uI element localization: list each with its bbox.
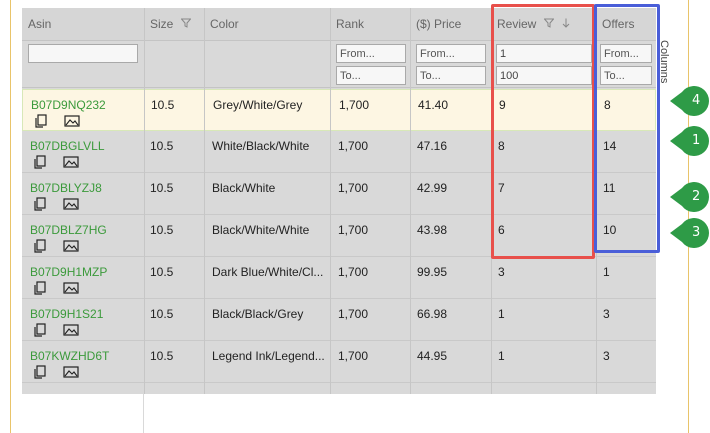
column-label: Asin [28,17,52,31]
column-label: Rank [336,17,365,31]
color-cell: Dark Blue/White/Cl... [212,265,324,279]
column-divider [144,8,145,394]
price-cell: 43.98 [417,223,448,237]
badge-number: 2 [692,189,701,204]
column-header-price[interactable]: ($) Price [410,8,492,41]
copy-icon[interactable] [33,197,47,211]
copy-icon[interactable] [33,365,47,379]
size-cell: 10.5 [151,98,175,112]
price-from-input[interactable] [416,44,486,63]
column-header-size[interactable]: Size [144,8,204,41]
image-icon[interactable] [64,114,80,128]
rank-cell: 1,700 [338,139,369,153]
right-border [688,0,689,433]
price-cell: 41.40 [418,98,449,112]
grid-footer-strip [22,386,144,433]
copy-icon[interactable] [33,239,47,253]
filter-icon[interactable] [180,9,192,42]
copy-icon[interactable] [33,155,47,169]
offers-cell: 3 [603,307,610,321]
image-icon[interactable] [63,281,79,295]
column-label: Size [150,17,174,31]
price-to-input[interactable] [416,66,486,85]
badge-number: 4 [692,93,701,108]
size-cell: 10.5 [150,307,174,321]
review-cell: 1 [498,349,505,363]
price-cell: 44.95 [417,349,448,363]
copy-icon[interactable] [33,281,47,295]
price-cell: 66.98 [417,307,448,321]
price-cell: 99.95 [417,265,448,279]
column-header-color[interactable]: Color [204,8,330,41]
column-divider [330,8,331,394]
column-label: ($) Price [416,17,462,31]
color-cell: Legend Ink/Legend... [212,349,325,363]
size-cell: 10.5 [150,349,174,363]
asin-link[interactable]: B07DBLZ7HG [30,223,107,237]
table-row[interactable]: B07D9H1MZP 10.5 Dark Blue/White/Cl... 1,700… [22,257,656,299]
size-cell: 10.5 [150,265,174,279]
rank-from-input[interactable] [336,44,406,63]
offers-cell: 1 [603,265,610,279]
offers-highlight-box [594,4,660,253]
asin-link[interactable]: B07D9NQ232 [31,98,106,112]
image-icon[interactable] [63,323,79,337]
rank-cell: 1,700 [338,181,369,195]
asin-filter-input[interactable] [28,44,138,63]
asin-link[interactable]: B07DBLYZJ8 [30,181,102,195]
image-icon[interactable] [63,155,79,169]
review-cell: 1 [498,307,505,321]
annotation-badge: 1 [670,126,710,156]
annotation-badge: 4 [670,86,710,116]
image-icon[interactable] [63,365,79,379]
image-icon[interactable] [63,239,79,253]
rank-to-input[interactable] [336,66,406,85]
badge-number: 1 [692,133,701,148]
size-cell: 10.5 [150,181,174,195]
rank-cell: 1,700 [338,307,369,321]
image-icon[interactable] [63,197,79,211]
annotation-badge: 2 [670,182,710,212]
color-cell: Black/White [212,181,276,195]
color-cell: White/Black/White [212,139,310,153]
rank-cell: 1,700 [338,265,369,279]
rank-cell: 1,700 [338,349,369,363]
column-label: Color [210,17,239,31]
copy-icon[interactable] [33,323,47,337]
price-cell: 42.99 [417,181,448,195]
asin-link[interactable]: B07KWZHD6T [30,349,109,363]
annotation-badge: 3 [670,218,710,248]
badge-number: 3 [692,225,701,240]
size-cell: 10.5 [150,139,174,153]
color-cell: Black/Black/Grey [212,307,304,321]
table-row[interactable]: B07D9H1S21 10.5 Black/Black/Grey 1,700 66.98… [22,299,656,341]
color-cell: Black/White/White [212,223,310,237]
asin-link[interactable]: B07D9H1MZP [30,265,107,279]
price-cell: 47.16 [417,139,448,153]
rank-cell: 1,700 [338,223,369,237]
asin-link[interactable]: B07DBGLVLL [30,139,105,153]
copy-icon[interactable] [34,114,48,128]
column-divider [410,8,411,394]
left-border [10,0,11,433]
column-header-rank[interactable]: Rank [330,8,408,41]
offers-cell: 3 [603,349,610,363]
rank-cell: 1,700 [339,98,370,112]
color-cell: Grey/White/Grey [213,98,303,112]
review-highlight-box [491,4,595,259]
asin-link[interactable]: B07D9H1S21 [30,307,103,321]
review-cell: 3 [498,265,505,279]
table-row[interactable]: B07KWZHD6T 10.5 Legend Ink/Legend... 1,700 4… [22,341,656,383]
column-divider [204,8,205,394]
size-cell: 10.5 [150,223,174,237]
column-header-asin[interactable]: Asin [22,8,144,41]
